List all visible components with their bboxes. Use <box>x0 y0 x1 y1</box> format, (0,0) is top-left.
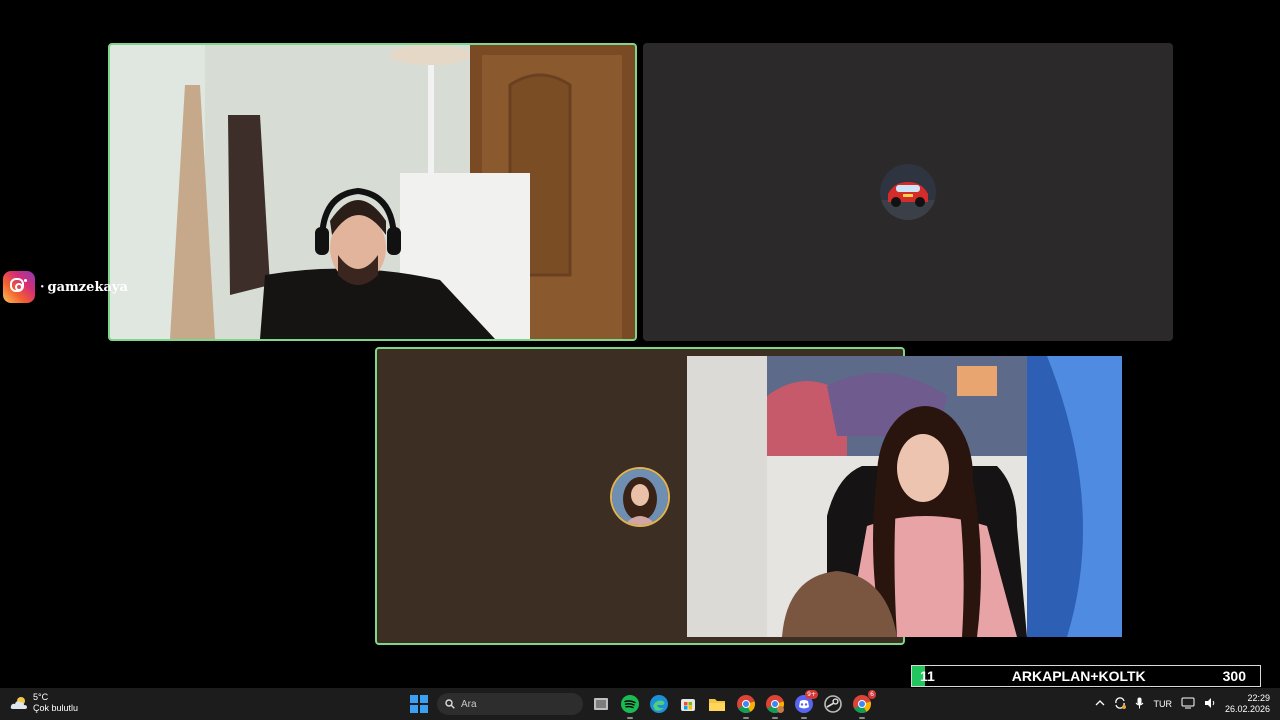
goal-current-value: 11 <box>920 668 935 684</box>
woman-portrait-avatar-icon <box>612 469 668 525</box>
system-tray: TUR 22:29 26.02.2026 <box>1095 688 1270 720</box>
instagram-handle: · gamzekaya <box>40 279 128 295</box>
cloud-icon <box>10 697 27 709</box>
chrome-badge: 6 <box>868 690 876 699</box>
camera-feed-man <box>110 45 635 339</box>
chrome-active-icon[interactable]: 6 <box>851 690 876 719</box>
weather-condition: Çok bulutlu <box>33 703 79 713</box>
race-car-avatar-icon <box>880 164 936 220</box>
task-view-icon[interactable] <box>590 693 612 715</box>
volume-icon[interactable] <box>1204 697 1216 711</box>
goal-label: ARKAPLAN+KOLTK <box>1011 668 1146 684</box>
steam-icon[interactable] <box>822 693 844 715</box>
chrome-profile-icon[interactable] <box>764 693 786 719</box>
clock-date: 26.02.2026 <box>1224 704 1270 714</box>
language-indicator[interactable]: TUR <box>1153 699 1172 709</box>
sync-icon[interactable] <box>1114 697 1127 711</box>
search-placeholder: Ara <box>461 698 477 710</box>
windows-start-icon[interactable] <box>408 693 430 715</box>
participant-tile-avatar-car[interactable] <box>643 43 1173 341</box>
microphone-icon[interactable] <box>1135 697 1144 711</box>
instagram-handle-overlay: · gamzekaya <box>3 271 128 303</box>
weather-widget[interactable]: 5°C Çok bulutlu <box>10 692 78 714</box>
taskbar-search-input[interactable]: Ara <box>437 693 583 715</box>
network-icon[interactable] <box>1181 697 1195 711</box>
participant-tile-camera[interactable] <box>108 43 637 341</box>
discord-icon[interactable]: 9+ <box>793 690 818 719</box>
search-icon <box>445 699 455 709</box>
goal-target-value: 300 <box>1222 668 1246 684</box>
donation-goal-bar: 11 ARKAPLAN+KOLTK 300 <box>911 665 1261 687</box>
file-explorer-icon[interactable] <box>706 693 728 715</box>
weather-temperature: 5°C <box>33 692 49 702</box>
microsoft-store-icon[interactable] <box>677 693 699 715</box>
edge-icon[interactable] <box>648 693 670 715</box>
taskbar-clock[interactable]: 22:29 26.02.2026 <box>1225 693 1270 715</box>
spotify-icon[interactable] <box>619 693 641 719</box>
chrome-icon[interactable] <box>735 693 757 719</box>
discord-badge: 9+ <box>805 690 818 699</box>
windows-taskbar: 5°C Çok bulutlu Ara 9+ 6 TUR 22:29 26.02… <box>0 688 1280 720</box>
streamer-webcam-overlay <box>687 356 1122 637</box>
chevron-up-icon[interactable] <box>1095 699 1105 709</box>
clock-time: 22:29 <box>1247 693 1270 703</box>
instagram-icon <box>3 271 35 303</box>
